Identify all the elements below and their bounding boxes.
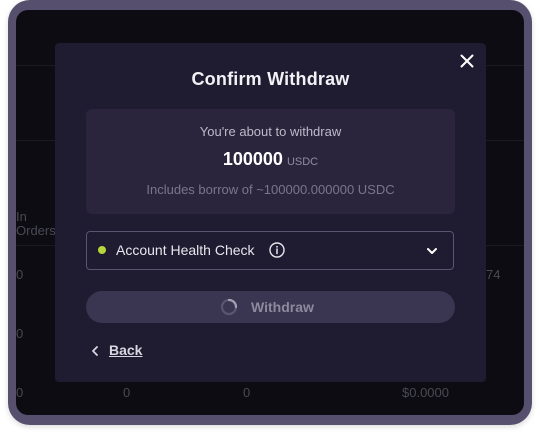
health-check-label: Account Health Check <box>116 242 255 258</box>
chevron-down-icon <box>427 248 437 254</box>
background-cell: 0 <box>16 326 24 341</box>
withdraw-button[interactable]: Withdraw <box>86 291 455 323</box>
background-cell: 74 <box>486 267 501 282</box>
withdraw-amount: 100000 <box>222 149 283 169</box>
amount-row: 100000 USDC <box>86 149 455 170</box>
back-link-label: Back <box>109 342 143 358</box>
background-cell: $0.0000 <box>402 385 449 400</box>
background-cell: 0 <box>16 267 24 282</box>
background-cell: 0 <box>123 385 131 400</box>
info-icon[interactable] <box>269 242 285 258</box>
background-header-in: In <box>16 209 27 224</box>
spinner-icon <box>220 298 238 316</box>
withdraw-button-label: Withdraw <box>251 299 314 315</box>
chevron-left-icon <box>92 346 98 356</box>
background-header-orders: Orders <box>16 223 56 238</box>
background-cell: 0 <box>243 385 251 400</box>
background-cell: 0 <box>16 385 24 400</box>
account-health-check-dropdown[interactable]: Account Health Check <box>86 231 454 270</box>
close-button[interactable] <box>458 52 476 70</box>
status-dot <box>98 246 106 254</box>
confirm-withdraw-modal: Confirm Withdraw You're about to withdra… <box>55 43 486 382</box>
summary-label: You're about to withdraw <box>199 124 342 139</box>
withdraw-summary: You're about to withdraw 100000 USDC Incl… <box>86 109 455 214</box>
borrow-note: Includes borrow of ~100000.000000 USDC <box>146 182 395 197</box>
modal-title: Confirm Withdraw <box>191 69 350 89</box>
close-icon <box>460 54 474 68</box>
amount-unit: USDC <box>286 156 319 168</box>
